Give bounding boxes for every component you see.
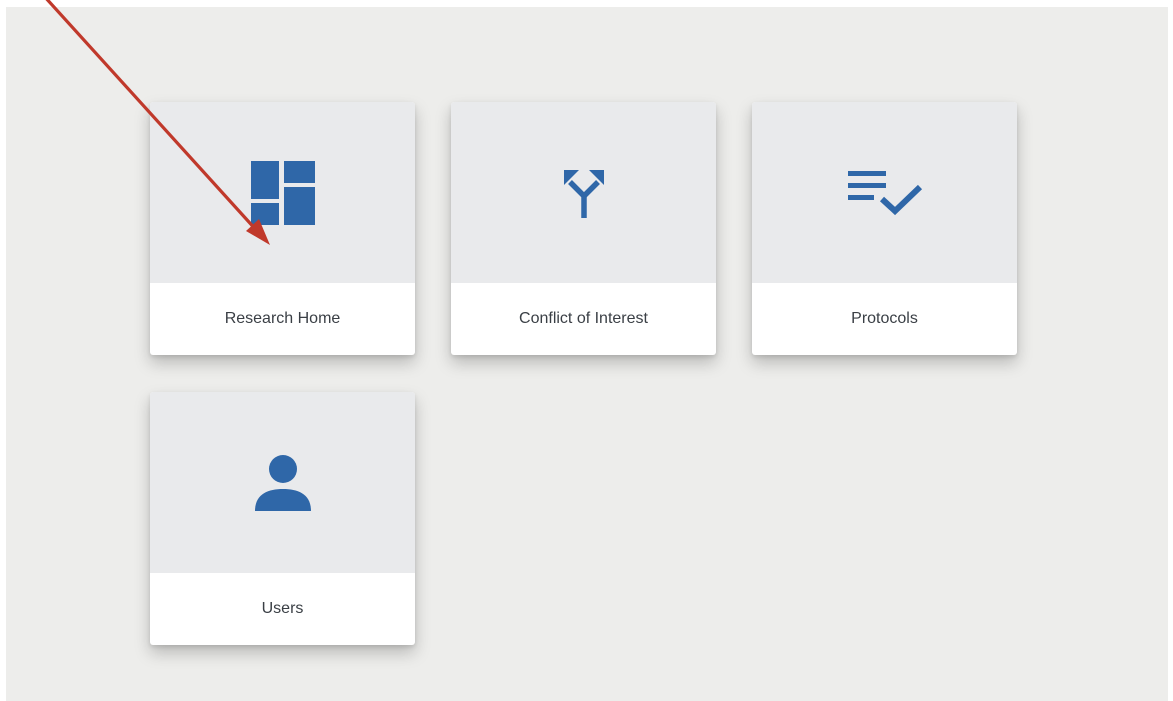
user-icon	[254, 454, 311, 511]
dashboard-icon	[250, 160, 315, 225]
tile-users[interactable]: Users	[150, 392, 415, 645]
tile-conflict-of-interest[interactable]: Conflict of Interest	[451, 102, 716, 355]
split-arrows-icon	[563, 169, 604, 218]
tile-icon-area	[752, 102, 1017, 283]
tile-label: Users	[261, 600, 304, 617]
tile-label: Conflict of Interest	[519, 310, 648, 327]
tile-icon-area	[150, 102, 415, 283]
tile-label: Research Home	[224, 310, 341, 327]
list-check-icon	[847, 170, 922, 215]
tile-label: Protocols	[851, 310, 918, 327]
tile-research-home[interactable]: Research Home	[150, 102, 415, 355]
tile-protocols[interactable]: Protocols	[752, 102, 1017, 355]
tile-icon-area	[150, 392, 415, 573]
tile-icon-area	[451, 102, 716, 283]
